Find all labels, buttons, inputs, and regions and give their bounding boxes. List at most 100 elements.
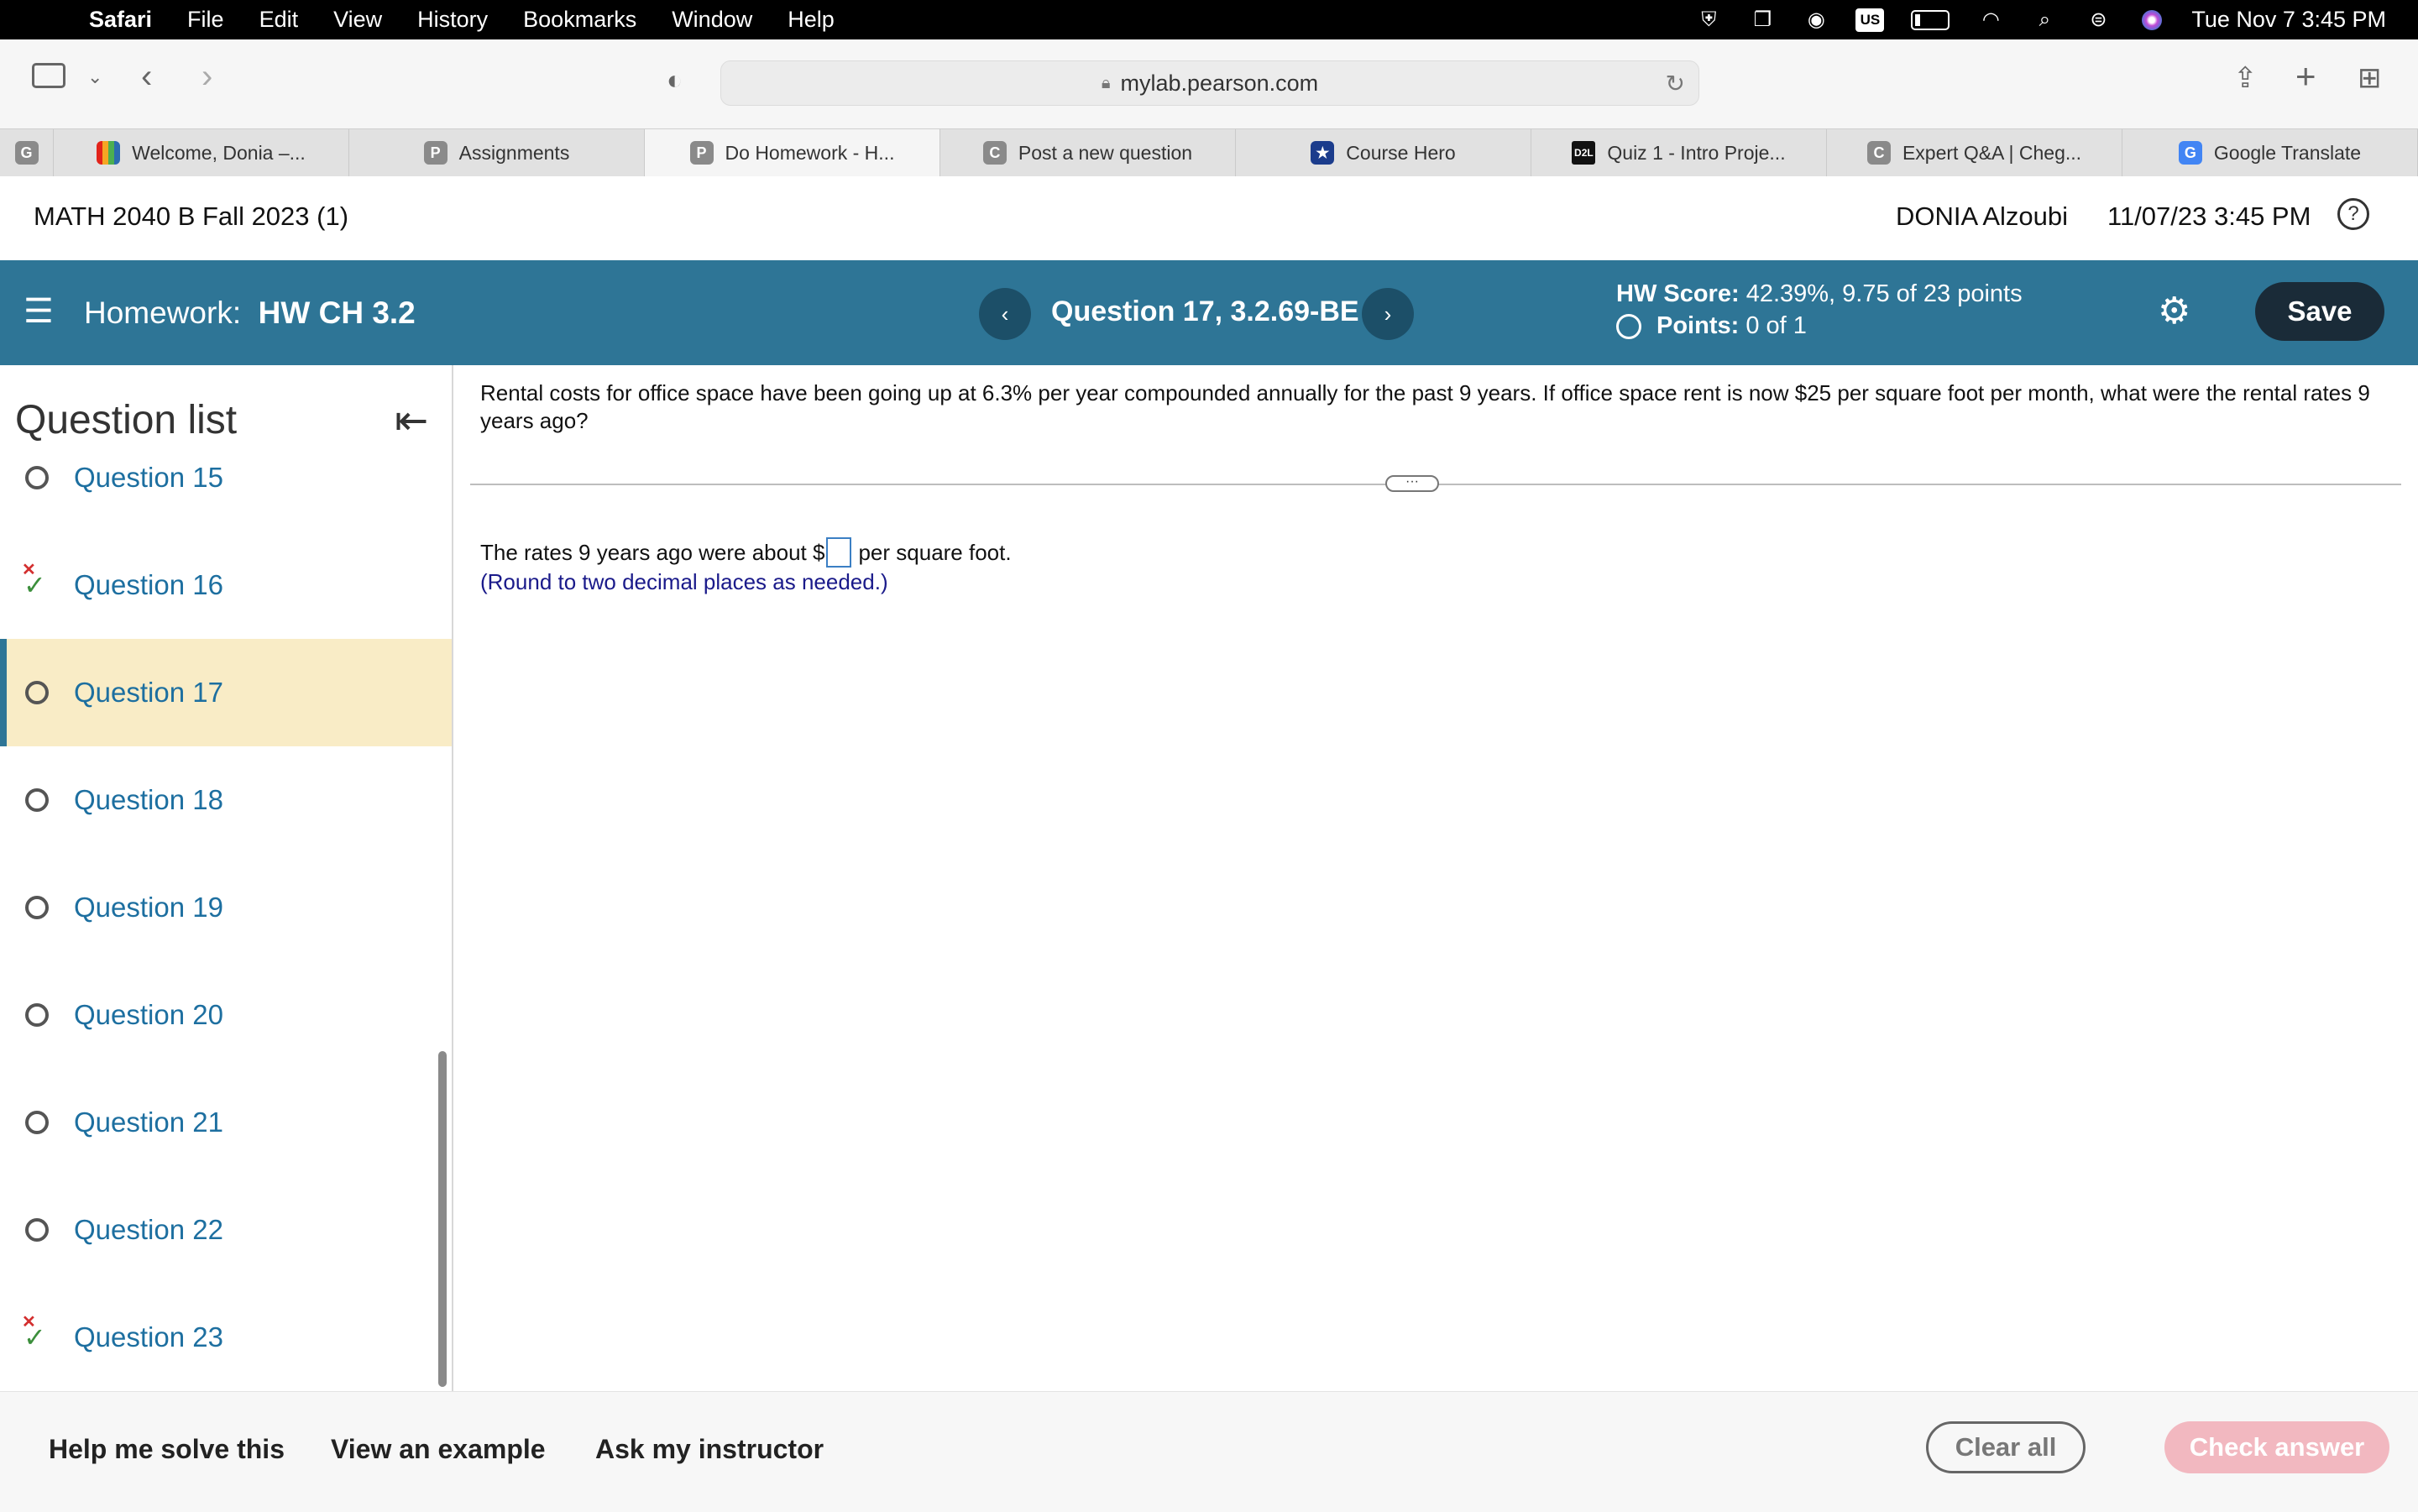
menu-help[interactable]: Help xyxy=(788,7,835,33)
question-list-item-current[interactable]: Question 17 xyxy=(0,639,452,746)
course-header: MATH 2040 B Fall 2023 (1) DONIA Alzoubi … xyxy=(0,176,2418,260)
tab-label: Assignments xyxy=(458,141,570,164)
partial-credit-icon: ✓ ✕ xyxy=(22,1313,46,1352)
ask-instructor-button[interactable]: Ask my instructor xyxy=(595,1434,824,1465)
tab-pinned[interactable]: G xyxy=(0,129,54,176)
control-center-icon[interactable]: ⊜ xyxy=(2084,8,2112,32)
tab-favicon-icon: C xyxy=(982,141,1007,165)
question-list-title: Question list xyxy=(15,398,238,442)
homework-label: Homework: xyxy=(84,296,242,330)
reload-icon[interactable]: ↻ xyxy=(1666,70,1685,97)
menu-edit[interactable]: Edit xyxy=(259,7,299,33)
back-arrow-icon[interactable]: ‹ xyxy=(141,58,152,96)
collapse-panel-icon[interactable]: ⇤ xyxy=(395,397,428,444)
privacy-shield-icon[interactable]: ◐ xyxy=(667,65,683,96)
question-list-item[interactable]: ✓ ✕ Question 16 xyxy=(0,531,452,639)
answer-prefix: The rates 9 years ago were about $ xyxy=(480,539,825,565)
user-icon[interactable]: ◉ xyxy=(1802,8,1830,32)
menu-safari[interactable]: Safari xyxy=(89,7,152,33)
gear-icon[interactable]: ⚙ xyxy=(2158,290,2190,332)
question-label: Question 16 xyxy=(74,569,223,600)
question-list-item[interactable]: Question 20 xyxy=(0,961,452,1069)
battery-icon[interactable] xyxy=(1909,8,1951,32)
answer-input[interactable] xyxy=(826,537,852,568)
hamburger-menu-icon[interactable]: ☰ xyxy=(24,292,54,331)
help-icon[interactable]: ? xyxy=(2337,198,2369,230)
tab-assignments[interactable]: P Assignments xyxy=(349,129,645,176)
tab-chegg[interactable]: C Expert Q&A | Cheg... xyxy=(1827,129,2122,176)
save-button[interactable]: Save xyxy=(2255,282,2384,341)
browser-toolbar: ⌄ ‹ › ◐ 🔒︎ mylab.pearson.com ↻ ⇪ + ⊞ xyxy=(0,39,2418,128)
view-example-button[interactable]: View an example xyxy=(331,1434,546,1465)
current-datetime: 11/07/23 3:45 PM xyxy=(2107,201,2311,231)
browser-tab-strip: G Welcome, Donia –... P Assignments P Do H… xyxy=(0,128,2418,177)
spotlight-search-icon[interactable]: ⌕ xyxy=(2030,8,2059,32)
check-answer-button[interactable]: Check answer xyxy=(2164,1421,2389,1473)
unanswered-circle-icon xyxy=(25,1003,49,1027)
question-prompt: Rental costs for office space have been … xyxy=(480,380,2370,433)
unanswered-circle-icon xyxy=(25,896,49,919)
question-label: Question 20 xyxy=(74,999,223,1030)
question-list-item[interactable]: Question 22 xyxy=(0,1176,452,1284)
forward-arrow-icon[interactable]: › xyxy=(202,58,212,96)
tab-label: Course Hero xyxy=(1346,141,1456,164)
hw-score: HW Score: 42.39%, 9.75 of 23 points xyxy=(1616,280,2023,308)
tab-label: Do Homework - H... xyxy=(725,141,895,164)
sidebar-toggle-icon[interactable] xyxy=(32,63,65,88)
shield-icon[interactable]: ⛨ xyxy=(1694,8,1723,32)
translate-icon: G xyxy=(2178,141,2202,165)
help-me-solve-button[interactable]: Help me solve this xyxy=(49,1434,285,1465)
tab-label: Google Translate xyxy=(2213,141,2362,164)
windows-icon[interactable]: ❐ xyxy=(1748,8,1777,32)
question-list-item[interactable]: Question 19 xyxy=(0,854,452,961)
address-bar[interactable]: 🔒︎ mylab.pearson.com ↻ xyxy=(720,60,1699,106)
menu-history[interactable]: History xyxy=(417,7,488,33)
rounding-note: (Round to two decimal places as needed.) xyxy=(480,569,888,594)
tab-overview-icon[interactable]: ⊞ xyxy=(2358,61,2382,95)
question-list-item[interactable]: Question 21 xyxy=(0,1069,452,1176)
previous-question-button[interactable]: ‹ xyxy=(979,288,1031,340)
question-points: Points: 0 of 1 xyxy=(1616,312,1807,340)
new-tab-plus-icon[interactable]: + xyxy=(2295,56,2316,97)
status-circle-icon xyxy=(1616,313,1641,339)
menu-bookmarks[interactable]: Bookmarks xyxy=(523,7,636,33)
question-label: Question 17 xyxy=(74,677,223,708)
tab-do-homework[interactable]: P Do Homework - H... xyxy=(645,129,940,176)
tab-post-question[interactable]: C Post a new question xyxy=(940,129,1236,176)
question-list-item[interactable]: ✓ ✕ Question 23 xyxy=(0,1284,452,1391)
clear-all-button[interactable]: Clear all xyxy=(1926,1421,2086,1473)
tab-quiz[interactable]: D2L Quiz 1 - Intro Proje... xyxy=(1531,129,1827,176)
homework-bar: ☰ Homework: HW CH 3.2 ‹ Question 17, 3.2… xyxy=(0,260,2418,365)
chevron-right-icon: › xyxy=(1384,301,1392,327)
share-icon[interactable]: ⇪ xyxy=(2233,61,2258,95)
tab-google-translate[interactable]: G Google Translate xyxy=(2122,129,2418,176)
lock-icon: 🔒︎ xyxy=(1101,73,1111,92)
question-label: Question 15 xyxy=(74,462,223,493)
points-value: 0 of 1 xyxy=(1745,312,1807,339)
tab-favicon-icon: C xyxy=(1866,141,1891,165)
question-label: Question 22 xyxy=(74,1214,223,1245)
mac-menu-bar: Safari File Edit View History Bookmarks … xyxy=(0,0,2418,39)
tab-favicon-icon xyxy=(97,141,121,165)
pane-resize-handle[interactable]: ··· xyxy=(1385,475,1439,492)
question-list-item[interactable]: Question 18 xyxy=(0,746,452,854)
menu-view[interactable]: View xyxy=(333,7,382,33)
homework-name: HW CH 3.2 xyxy=(258,296,416,330)
keyboard-input-icon[interactable]: US xyxy=(1855,8,1885,32)
tab-welcome[interactable]: Welcome, Donia –... xyxy=(54,129,349,176)
siri-icon[interactable] xyxy=(2138,8,2166,32)
user-name: DONIA Alzoubi xyxy=(1896,201,2069,231)
menu-file[interactable]: File xyxy=(187,7,224,33)
next-question-button[interactable]: › xyxy=(1362,288,1414,340)
sidebar-scrollbar[interactable] xyxy=(438,1051,447,1387)
wifi-icon[interactable]: ◠ xyxy=(1976,8,2005,32)
course-title[interactable]: MATH 2040 B Fall 2023 (1) xyxy=(34,201,348,232)
tab-course-hero[interactable]: ★ Course Hero xyxy=(1236,129,1531,176)
chevron-left-icon: ‹ xyxy=(1001,301,1009,327)
answer-suffix: per square foot. xyxy=(858,539,1012,565)
menu-window[interactable]: Window xyxy=(672,7,752,33)
question-label: Question 18 xyxy=(74,784,223,815)
tab-label: Quiz 1 - Intro Proje... xyxy=(1607,141,1786,164)
menubar-clock[interactable]: Tue Nov 7 3:45 PM xyxy=(2191,7,2386,33)
chevron-down-icon[interactable]: ⌄ xyxy=(87,66,102,88)
